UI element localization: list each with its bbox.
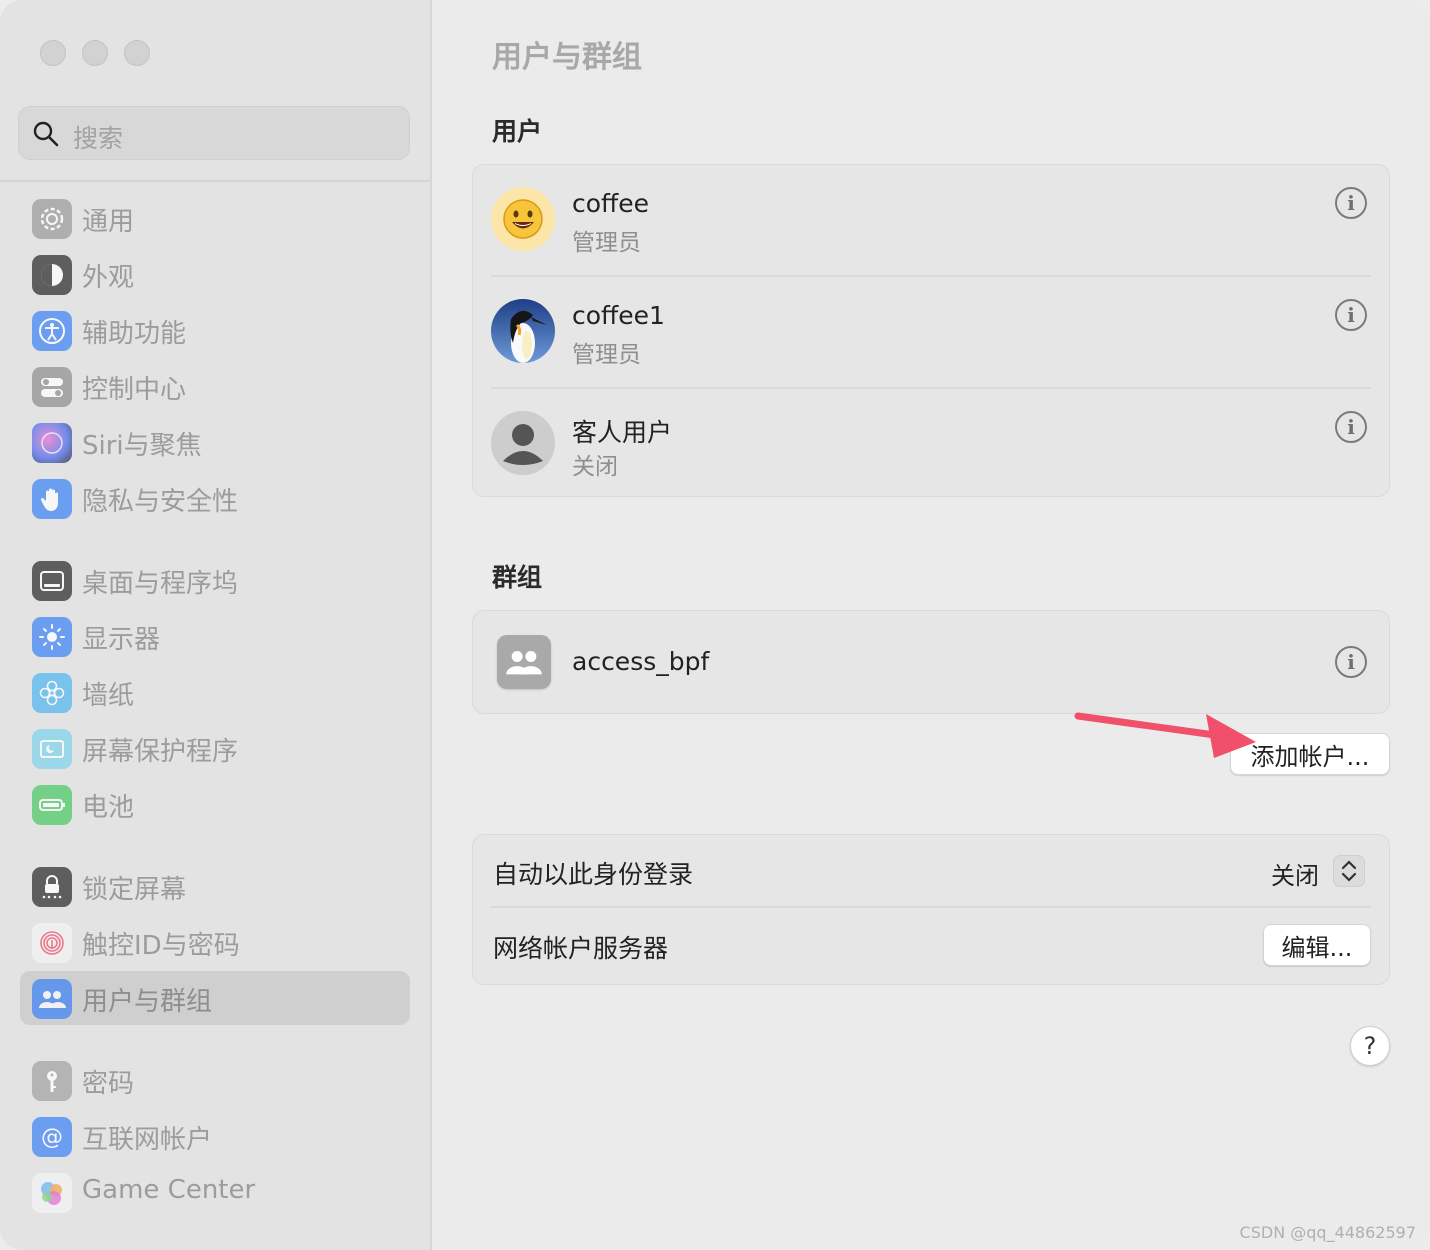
annotation-arrow-icon: [1074, 712, 1256, 758]
group-row-access-bpf[interactable]: access_bpf i: [473, 611, 1389, 713]
sidebar-item-users-groups[interactable]: 用户与群组: [20, 971, 410, 1025]
sidebar-item-siri[interactable]: Siri与聚焦: [20, 415, 410, 469]
user-row-coffee1[interactable]: coffee1 管理员 i: [473, 277, 1389, 389]
smiley-avatar: [491, 187, 555, 251]
at-icon: @: [32, 1117, 72, 1157]
sidebar-item-label: 墙纸: [82, 681, 135, 711]
search-input[interactable]: 搜索: [18, 106, 410, 160]
control-center-icon: [32, 367, 72, 407]
info-icon[interactable]: i: [1335, 411, 1367, 443]
game-center-icon: [32, 1173, 72, 1213]
sidebar-item-label: 显示器: [82, 625, 161, 655]
search-placeholder: 搜索: [73, 124, 124, 153]
main-pane: 用户与群组 用户 coffee 管理员 i coffee1 管理员 i 客人用户…: [432, 0, 1430, 1250]
group-name: access_bpf: [572, 647, 710, 676]
svg-text:@: @: [41, 1125, 63, 1150]
flower-icon: [32, 673, 72, 713]
sidebar-item-label: 锁定屏幕: [82, 875, 187, 905]
auto-login-label: 自动以此身份登录: [493, 860, 694, 889]
sidebar-item-battery[interactable]: 电池: [20, 777, 410, 831]
user-name: coffee: [572, 189, 650, 218]
hand-icon: [32, 479, 72, 519]
sidebar-item-control-center[interactable]: 控制中心: [20, 359, 410, 413]
sidebar-item-label: 密码: [82, 1069, 135, 1099]
sidebar-item-label: 用户与群组: [82, 987, 213, 1017]
sidebar-item-lock-screen[interactable]: 锁定屏幕: [20, 859, 410, 913]
page-title: 用户与群组: [492, 40, 642, 75]
screensaver-icon: [32, 729, 72, 769]
sidebar-item-label: 辅助功能: [82, 319, 187, 349]
gear-icon: [32, 199, 72, 239]
settings-window: 搜索 通用 外观 辅助功能 控制中心 Siri与聚焦 隐私与安全性 桌面与程序坞…: [0, 0, 1430, 1250]
search-icon: [33, 121, 59, 147]
info-icon[interactable]: i: [1335, 187, 1367, 219]
sidebar-item-accessibility[interactable]: 辅助功能: [20, 303, 410, 357]
sidebar-item-passwords[interactable]: 密码: [20, 1053, 410, 1107]
sidebar-item-touch-id[interactable]: 触控ID与密码: [20, 915, 410, 969]
sidebar-item-label: 通用: [82, 207, 135, 237]
group-icon: [497, 635, 551, 689]
info-icon[interactable]: i: [1335, 646, 1367, 678]
guest-avatar: [491, 411, 555, 475]
user-role: 管理员: [572, 342, 641, 368]
groups-section-title: 群组: [492, 563, 543, 592]
info-icon[interactable]: i: [1335, 299, 1367, 331]
sidebar-item-general[interactable]: 通用: [20, 191, 410, 245]
user-row-guest[interactable]: 客人用户 关闭 i: [473, 389, 1389, 501]
sidebar-item-label: 外观: [82, 263, 135, 293]
sidebar: 搜索 通用 外观 辅助功能 控制中心 Siri与聚焦 隐私与安全性 桌面与程序坞…: [0, 0, 432, 1250]
sidebar-item-appearance[interactable]: 外观: [20, 247, 410, 301]
sidebar-divider: [0, 180, 430, 182]
auto-login-stepper[interactable]: [1333, 855, 1365, 887]
users-section-title: 用户: [492, 117, 543, 146]
chevron-updown-icon: [1341, 860, 1357, 882]
sidebar-item-label: Game Center: [82, 1175, 256, 1205]
users-icon: [32, 979, 72, 1019]
user-role: 关闭: [572, 454, 618, 480]
sidebar-item-label: Siri与聚焦: [82, 431, 202, 461]
sidebar-item-label: 触控ID与密码: [82, 931, 240, 961]
sidebar-item-label: 控制中心: [82, 375, 187, 405]
sidebar-item-label: 桌面与程序坞: [82, 569, 239, 599]
close-window-button[interactable]: [40, 40, 66, 66]
zoom-window-button[interactable]: [124, 40, 150, 66]
sidebar-item-internet-accounts[interactable]: @ 互联网帐户: [20, 1109, 410, 1163]
accessibility-icon: [32, 311, 72, 351]
network-server-label: 网络帐户服务器: [493, 934, 669, 963]
lock-icon: [32, 867, 72, 907]
auto-login-value[interactable]: 关闭: [1271, 856, 1319, 891]
sidebar-item-wallpaper[interactable]: 墙纸: [20, 665, 410, 719]
edit-button[interactable]: 编辑...: [1263, 924, 1371, 966]
user-name: coffee1: [572, 301, 665, 330]
sidebar-item-label: 电池: [82, 793, 135, 823]
watermark: CSDN @qq_44862597: [1239, 1223, 1416, 1242]
users-card: coffee 管理员 i coffee1 管理员 i 客人用户 关闭 i: [472, 164, 1390, 497]
penguin-avatar: [491, 299, 555, 363]
minimize-window-button[interactable]: [82, 40, 108, 66]
siri-icon: [32, 423, 72, 463]
sidebar-item-privacy[interactable]: 隐私与安全性: [20, 471, 410, 525]
fingerprint-icon: [32, 923, 72, 963]
key-icon: [32, 1061, 72, 1101]
battery-icon: [32, 785, 72, 825]
appearance-icon: [32, 255, 72, 295]
groups-card: access_bpf i: [472, 610, 1390, 714]
sidebar-item-game-center[interactable]: Game Center: [20, 1165, 410, 1219]
user-row-coffee[interactable]: coffee 管理员 i: [473, 165, 1389, 277]
traffic-lights: [40, 40, 150, 66]
user-role: 管理员: [572, 230, 641, 256]
sidebar-item-screensaver[interactable]: 屏幕保护程序: [20, 721, 410, 775]
sidebar-item-desktop-dock[interactable]: 桌面与程序坞: [20, 553, 410, 607]
sidebar-item-label: 互联网帐户: [82, 1125, 213, 1155]
sun-icon: [32, 617, 72, 657]
sidebar-item-label: 屏幕保护程序: [82, 737, 239, 767]
dock-icon: [32, 561, 72, 601]
user-name: 客人用户: [572, 418, 673, 447]
sidebar-item-displays[interactable]: 显示器: [20, 609, 410, 663]
login-settings-card: 自动以此身份登录 关闭 网络帐户服务器 编辑...: [472, 834, 1390, 985]
help-button[interactable]: ?: [1350, 1026, 1390, 1066]
sidebar-item-label: 隐私与安全性: [82, 487, 239, 517]
row-divider: [491, 906, 1371, 908]
